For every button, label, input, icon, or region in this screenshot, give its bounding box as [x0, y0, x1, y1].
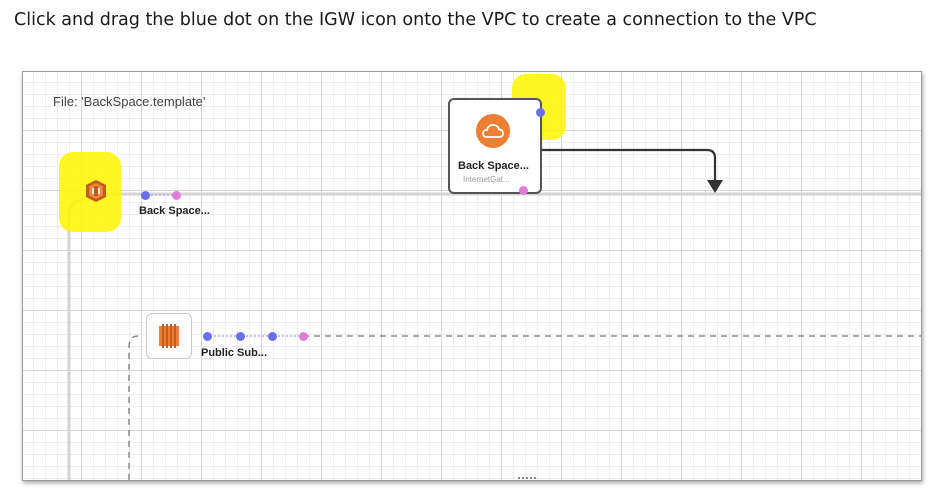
igw-icon-badge — [476, 114, 510, 148]
igw-drag-path — [539, 124, 717, 180]
subnet-blue-dot-2[interactable] — [236, 332, 245, 341]
instruction-text: Click and drag the blue dot on the IGW i… — [14, 10, 817, 30]
igw-pink-dot[interactable] — [519, 186, 528, 195]
subnet-blue-dot-1[interactable] — [203, 332, 212, 341]
vpc-left-border — [67, 198, 84, 480]
canvas-scroll-grip[interactable] — [518, 477, 536, 479]
subnet-blue-dot-3[interactable] — [268, 332, 277, 341]
subnet-icon — [159, 324, 179, 348]
igw-blue-dot[interactable] — [536, 108, 545, 117]
subnet-dashed-left — [128, 335, 139, 480]
igw-label: Back Space... — [458, 160, 529, 172]
vpc-icon — [86, 180, 106, 202]
igw-node[interactable]: Back Space... InternetGat... — [448, 98, 542, 194]
drag-arrowhead — [707, 180, 723, 193]
design-canvas[interactable]: File: 'BackSpace.template' Back Space...… — [22, 71, 922, 481]
vpc-label: Back Space... — [139, 205, 210, 217]
vpc-blue-dot[interactable] — [141, 191, 150, 200]
cloud-icon — [482, 124, 504, 138]
subnet-label: Public Sub... — [201, 347, 268, 359]
subnet-icon-box[interactable] — [146, 313, 192, 359]
subnet-pink-dot[interactable] — [299, 332, 308, 341]
vpc-icon-box[interactable] — [76, 171, 116, 211]
vpc-pink-dot[interactable] — [172, 191, 181, 200]
igw-sublabel: InternetGat... — [463, 175, 510, 184]
